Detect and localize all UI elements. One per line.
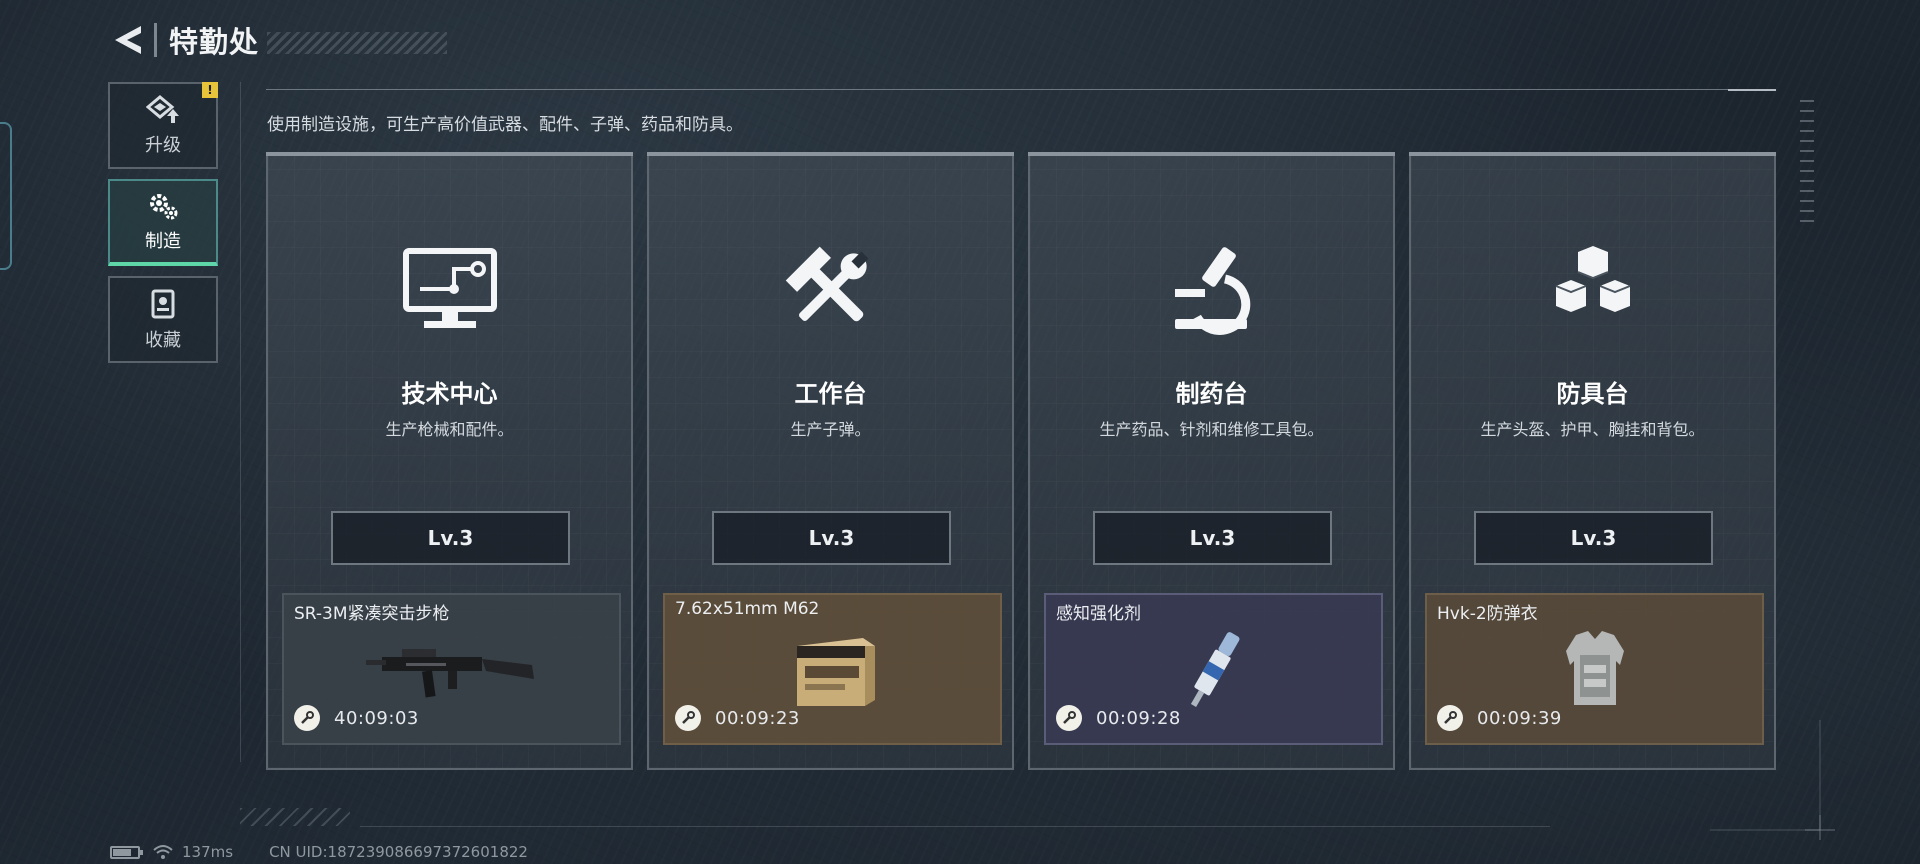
page-title: 特勤处 xyxy=(169,25,260,59)
card-title: 工作台 xyxy=(794,380,867,408)
ammo-box-image xyxy=(743,625,923,715)
body-armor-image xyxy=(1505,625,1685,715)
sidebar: ! 升级 制造 收藏 xyxy=(108,82,220,373)
facility-card-pharmacy[interactable]: 制药台 生产药品、针剂和维修工具包。 Lv.3 感知强化剂 00:09:28 xyxy=(1028,152,1395,770)
level-button[interactable]: Lv.3 xyxy=(712,511,951,565)
card-title: 防具台 xyxy=(1556,380,1629,408)
facility-card-tech-center[interactable]: 技术中心 生产枪械和配件。 Lv.3 SR-3M紧凑突击步枪 40:09:03 xyxy=(266,152,633,770)
product-name: Hvk-2防弹衣 xyxy=(1437,604,1538,624)
decoration xyxy=(1800,100,1814,230)
header: 特勤处 xyxy=(108,18,448,62)
product-name: 感知强化剂 xyxy=(1056,604,1141,624)
ping-text: 137ms xyxy=(182,843,234,861)
rifle-image xyxy=(362,625,542,715)
level-button[interactable]: Lv.3 xyxy=(1093,511,1332,565)
divider xyxy=(240,82,241,762)
timer-text: 40:09:03 xyxy=(334,707,419,729)
page-description: 使用制造设施，可生产高价值武器、配件、子弹、药品和防具。 xyxy=(267,115,743,135)
back-arrow-icon xyxy=(115,26,141,54)
timer-text: 00:09:23 xyxy=(715,707,800,729)
uid-text: CN UID:18723908669737260182​2 xyxy=(269,843,528,861)
title-decoration xyxy=(267,32,448,54)
facility-cards: 技术中心 生产枪械和配件。 Lv.3 SR-3M紧凑突击步枪 40:09:03 … xyxy=(266,152,1776,770)
timer-text: 00:09:39 xyxy=(1477,707,1562,729)
facility-card-armor[interactable]: 防具台 生产头盔、护甲、胸挂和背包。 Lv.3 Hvk-2防弹衣 00:09:3… xyxy=(1409,152,1776,770)
product-slot[interactable]: 感知强化剂 00:09:28 xyxy=(1044,593,1383,745)
microscope-icon xyxy=(1162,239,1262,339)
craft-timer: 40:09:03 xyxy=(294,705,419,731)
level-button[interactable]: Lv.3 xyxy=(1474,511,1713,565)
back-button[interactable] xyxy=(108,18,148,62)
divider xyxy=(360,826,1550,827)
hammer-wrench-icon xyxy=(781,239,881,339)
armor-blocks-icon xyxy=(1543,239,1643,339)
craft-timer: 00:09:39 xyxy=(1437,705,1562,731)
timer-text: 00:09:28 xyxy=(1096,707,1181,729)
monitor-circuit-icon xyxy=(400,239,500,339)
wrench-icon xyxy=(675,705,701,731)
wifi-icon xyxy=(153,845,173,859)
sidebar-item-craft[interactable]: 制造 xyxy=(108,179,218,266)
injector-image xyxy=(1124,625,1304,715)
decoration xyxy=(240,808,350,826)
battery-icon xyxy=(110,845,143,859)
upgrade-icon xyxy=(146,94,179,123)
status-bar: 137ms CN UID:18723908669737260182​2 xyxy=(110,843,528,861)
card-subtitle: 生产头盔、护甲、胸挂和背包。 xyxy=(1480,420,1705,439)
wrench-icon xyxy=(294,705,320,731)
craft-timer: 00:09:23 xyxy=(675,705,800,731)
sidebar-item-label: 制造 xyxy=(145,230,181,252)
card-subtitle: 生产子弹。 xyxy=(790,420,871,439)
sidebar-item-label: 收藏 xyxy=(145,329,181,351)
card-title: 制药台 xyxy=(1175,380,1248,408)
product-slot[interactable]: SR-3M紧凑突击步枪 40:09:03 xyxy=(282,593,621,745)
collection-icon xyxy=(151,289,175,318)
corner-decoration xyxy=(1710,720,1835,840)
divider-accent xyxy=(1728,89,1776,91)
alert-badge: ! xyxy=(202,82,218,98)
product-name: SR-3M紧凑突击步枪 xyxy=(294,604,450,624)
product-name: 7.62x51mm M62 xyxy=(675,599,820,619)
gear-icon xyxy=(150,193,178,219)
card-subtitle: 生产药品、针剂和维修工具包。 xyxy=(1099,420,1324,439)
sidebar-item-upgrade[interactable]: ! 升级 xyxy=(108,82,218,169)
edge-drawer-tab[interactable] xyxy=(0,122,12,270)
product-slot[interactable]: 7.62x51mm M62 00:09:23 xyxy=(663,593,1002,745)
level-button[interactable]: Lv.3 xyxy=(331,511,570,565)
wrench-icon xyxy=(1056,705,1082,731)
craft-timer: 00:09:28 xyxy=(1056,705,1181,731)
sidebar-item-label: 升级 xyxy=(145,134,181,156)
divider xyxy=(266,89,1776,90)
wrench-icon xyxy=(1437,705,1463,731)
facility-card-workbench[interactable]: 工作台 生产子弹。 Lv.3 7.62x51mm M62 00:09:23 xyxy=(647,152,1014,770)
title-separator xyxy=(154,23,157,57)
sidebar-item-collection[interactable]: 收藏 xyxy=(108,276,218,363)
card-title: 技术中心 xyxy=(401,380,498,408)
card-subtitle: 生产枪械和配件。 xyxy=(385,420,514,439)
